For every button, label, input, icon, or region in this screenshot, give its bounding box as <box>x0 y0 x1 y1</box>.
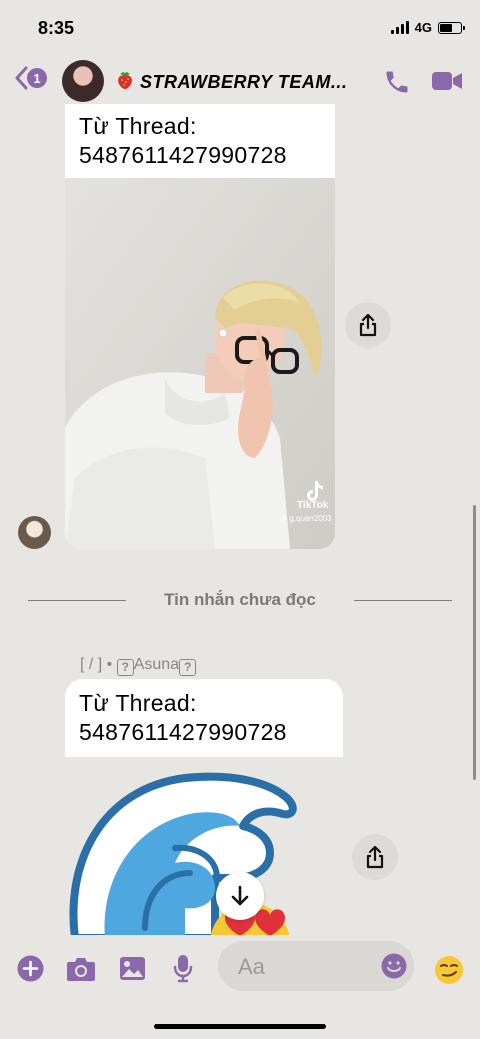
unread-messages-label: Tin nhắn chưa đọc <box>164 590 316 609</box>
unknown-glyph: ? <box>116 659 134 676</box>
back-button[interactable]: 1 <box>14 66 47 90</box>
tiktok-watermark: TikTok <box>297 500 329 511</box>
message-line: Từ Thread: <box>79 113 197 139</box>
share-icon <box>359 313 377 337</box>
thread-id: 5487611427990728 <box>79 142 287 168</box>
sender-prefix: [ / ] • <box>80 656 113 673</box>
scroll-to-bottom-button[interactable] <box>216 872 264 920</box>
microphone-icon <box>173 955 193 983</box>
message-bubble-thread[interactable]: Từ Thread: 5487611427990728 <box>65 679 343 757</box>
video-camera-icon <box>432 72 462 90</box>
call-button[interactable] <box>383 68 411 101</box>
status-time: 8:35 <box>38 18 75 38</box>
network-label: 4G <box>414 20 432 35</box>
emoji-picker-button[interactable] <box>381 953 407 984</box>
camera-button[interactable] <box>66 956 96 987</box>
camera-icon <box>67 958 95 981</box>
strawberry-icon <box>116 70 132 89</box>
group-avatar[interactable] <box>62 60 104 102</box>
gallery-button[interactable] <box>119 956 146 986</box>
message-input[interactable] <box>236 953 370 981</box>
message-input-container[interactable] <box>218 941 414 991</box>
phone-icon <box>386 71 408 93</box>
share-button[interactable] <box>345 302 391 348</box>
tiktok-video-preview[interactable]: TikTok @ g.quan2003 <box>65 178 335 549</box>
message-bubble-thread[interactable]: Từ Thread: 5487611427990728 <box>65 104 335 178</box>
unknown-glyph: ? <box>179 659 197 676</box>
plus-icon <box>17 955 44 982</box>
arrow-down-icon <box>231 885 249 906</box>
chevron-left-icon <box>15 66 28 90</box>
image-icon <box>120 957 145 980</box>
video-call-button[interactable] <box>431 70 463 97</box>
sender-name-text: Asuna <box>133 656 180 673</box>
scrollbar[interactable] <box>473 505 476 780</box>
add-button[interactable] <box>17 955 44 987</box>
thread-id: 5487611427990728 <box>79 719 287 745</box>
home-indicator <box>154 1024 326 1029</box>
video-thumbnail <box>65 178 335 549</box>
smirk-emoji <box>435 956 463 984</box>
sender-avatar[interactable] <box>18 516 51 549</box>
battery-icon <box>438 21 465 34</box>
status-indicators: 4G <box>390 20 465 35</box>
smiley-icon <box>381 953 407 979</box>
quick-reaction-button[interactable] <box>434 955 464 990</box>
microphone-button[interactable] <box>173 954 193 988</box>
wave-sticker <box>69 772 297 935</box>
tiktok-handle: @ g.quan2003 <box>279 514 332 523</box>
share-button[interactable] <box>352 834 398 880</box>
unread-count-badge: 1 <box>27 68 47 88</box>
signal-icon <box>390 21 409 34</box>
message-line: Từ Thread: <box>79 690 197 716</box>
conversation-title[interactable]: STRAWBERRY TEAM... <box>116 70 347 93</box>
sender-name: [ / ] • ? Asuna? <box>80 656 197 676</box>
conversation-title-text: STRAWBERRY TEAM... <box>140 72 348 92</box>
sticker-image[interactable] <box>65 768 305 935</box>
share-icon <box>366 845 384 869</box>
